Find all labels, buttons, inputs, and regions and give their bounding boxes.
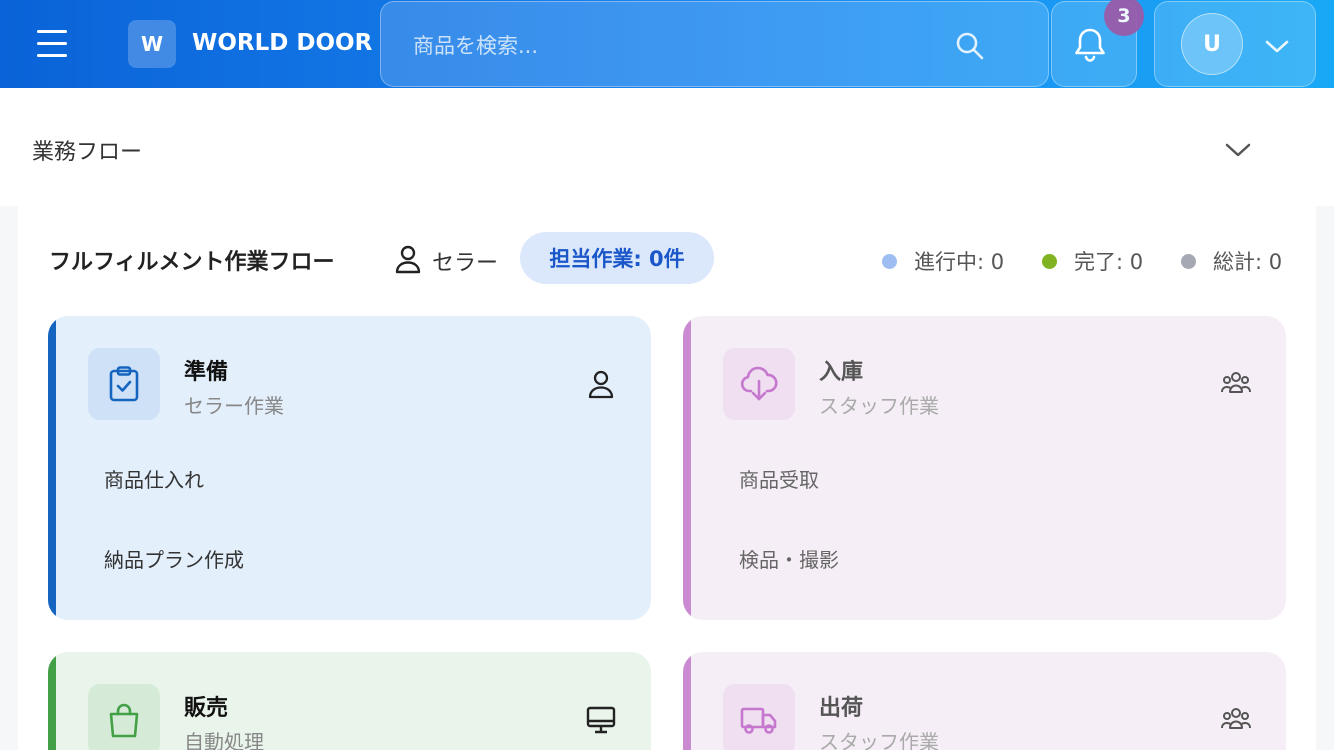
chevron-down-icon xyxy=(1265,40,1289,53)
status-dot xyxy=(882,253,897,269)
card-icon-box xyxy=(88,348,160,420)
step-item[interactable]: 納品プラン作成 xyxy=(104,544,244,573)
card-subtitle: 自動処理 xyxy=(184,730,264,750)
step-item[interactable]: 検品・撮影 xyxy=(739,544,839,573)
status-dot xyxy=(1042,253,1057,269)
card-subtitle: スタッフ作業 xyxy=(819,730,939,750)
card-icon-box xyxy=(88,684,160,750)
card-title: 準備 xyxy=(184,360,229,385)
stat-total: 総計: 0 xyxy=(1181,246,1282,276)
step-item[interactable]: 商品仕入れ xyxy=(104,464,204,493)
card-accent xyxy=(683,652,691,750)
truck-icon xyxy=(740,707,777,734)
search-input[interactable] xyxy=(413,30,933,62)
status-dot xyxy=(1181,253,1196,269)
card-title: 入庫 xyxy=(819,360,864,385)
stat-label: 進行中: 0 xyxy=(914,250,1005,274)
user-menu-button[interactable]: U xyxy=(1154,1,1316,87)
brand-name[interactable]: WORLD DOOR xyxy=(192,30,372,56)
menu-icon xyxy=(37,30,67,33)
chevron-down-icon xyxy=(1225,143,1251,157)
flow-title: フルフィルメント作業フロー xyxy=(49,250,335,275)
card-title: 出荷 xyxy=(819,696,864,721)
top-header: W WORLD DOOR 3 U xyxy=(0,0,1334,88)
notification-badge: 3 xyxy=(1104,0,1144,36)
search-box xyxy=(380,1,1049,87)
card-accent xyxy=(48,652,56,750)
business-flow-section-toggle[interactable]: 業務フロー xyxy=(0,88,1334,206)
menu-icon-bar xyxy=(37,54,67,57)
card-subtitle: セラー作業 xyxy=(184,394,284,418)
bell-icon xyxy=(1075,28,1105,62)
section-title: 業務フロー xyxy=(32,140,143,165)
card-icon-box xyxy=(723,348,795,420)
menu-icon-bar xyxy=(37,42,67,45)
menu-button[interactable] xyxy=(30,26,74,62)
monitor-icon xyxy=(586,706,616,734)
clipboard-check-icon xyxy=(109,366,139,402)
avatar: U xyxy=(1181,13,1243,75)
stat-completed: 完了: 0 xyxy=(1042,246,1143,276)
card-icon-box xyxy=(723,684,795,750)
flow-card-preparation[interactable]: 準備 セラー作業 商品仕入れ 納品プラン作成 xyxy=(48,316,651,620)
shopping-bag-icon xyxy=(109,703,139,738)
person-icon xyxy=(395,245,421,274)
flow-card-receiving[interactable]: 入庫 スタッフ作業 商品受取 検品・撮影 xyxy=(683,316,1286,620)
person-icon xyxy=(588,370,614,399)
role-label: セラー xyxy=(432,251,499,276)
group-icon xyxy=(1221,372,1251,393)
flow-card-shipping[interactable]: 出荷 スタッフ作業 xyxy=(683,652,1286,750)
stat-label: 完了: 0 xyxy=(1074,250,1144,274)
group-icon xyxy=(1221,708,1251,729)
card-title: 販売 xyxy=(184,696,229,721)
flow-card-sales[interactable]: 販売 自動処理 xyxy=(48,652,651,750)
stat-in-progress: 進行中: 0 xyxy=(882,246,1004,276)
logo-icon[interactable]: W xyxy=(128,20,176,68)
card-subtitle: スタッフ作業 xyxy=(819,394,939,418)
search-icon[interactable] xyxy=(954,30,986,62)
step-item[interactable]: 商品受取 xyxy=(739,464,819,493)
card-accent xyxy=(48,316,56,620)
cloud-download-icon xyxy=(740,366,778,401)
card-accent xyxy=(683,316,691,620)
stat-label: 総計: 0 xyxy=(1213,250,1283,274)
assigned-tasks-badge[interactable]: 担当作業: 0件 xyxy=(520,232,714,284)
